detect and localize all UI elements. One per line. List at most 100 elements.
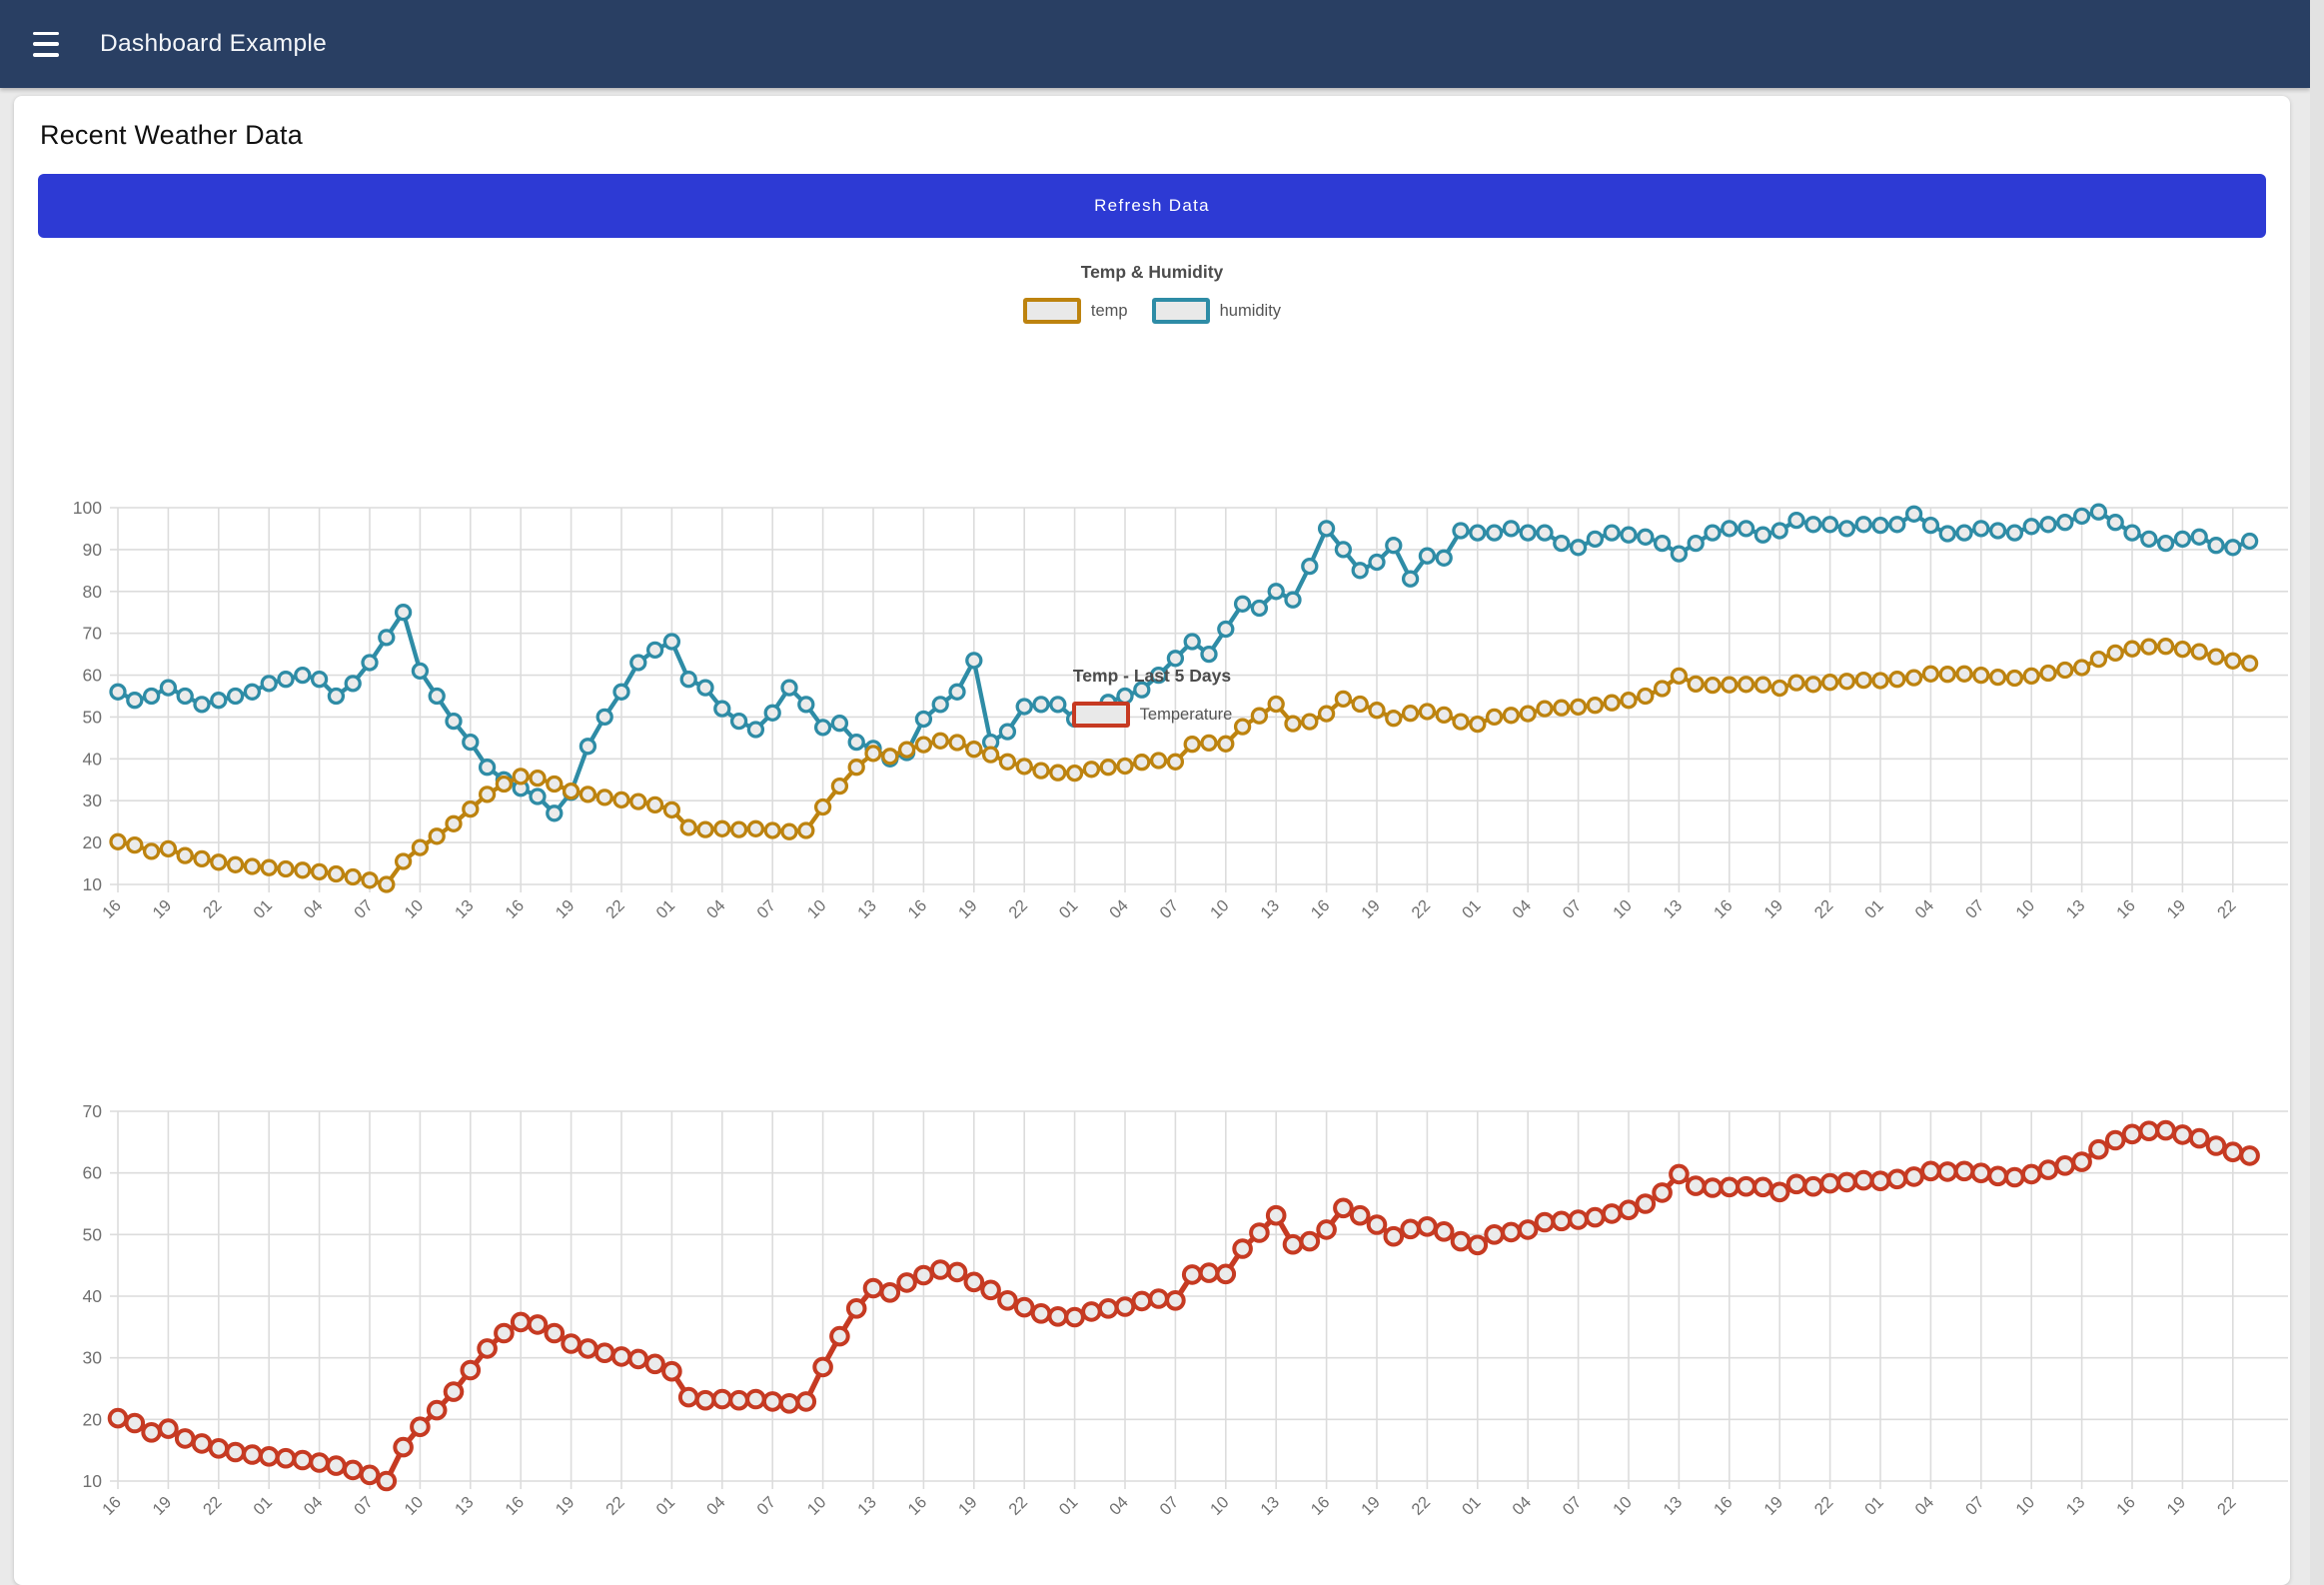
svg-text:22: 22	[2214, 896, 2240, 922]
svg-text:01: 01	[1459, 896, 1485, 922]
chart-legend-temperature: Temperature	[14, 702, 2290, 728]
svg-text:13: 13	[452, 896, 478, 922]
svg-text:16: 16	[99, 896, 125, 922]
chart-title-temp-humidity: Temp & Humidity	[14, 262, 2290, 283]
svg-text:13: 13	[2063, 1493, 2089, 1519]
svg-text:22: 22	[1409, 1493, 1435, 1519]
svg-text:19: 19	[2164, 1493, 2190, 1519]
legend-swatch	[1023, 298, 1081, 324]
svg-text:13: 13	[1661, 1493, 1687, 1519]
svg-text:07: 07	[753, 1493, 779, 1519]
svg-text:13: 13	[854, 896, 880, 922]
svg-text:13: 13	[2063, 896, 2089, 922]
svg-text:07: 07	[351, 896, 377, 922]
svg-text:22: 22	[200, 1493, 226, 1519]
svg-text:13: 13	[452, 1493, 478, 1519]
legend-label: Temperature	[1140, 706, 1233, 725]
svg-text:19: 19	[150, 896, 176, 922]
svg-text:22: 22	[1409, 896, 1435, 922]
svg-text:04: 04	[1509, 896, 1535, 922]
svg-text:07: 07	[1962, 896, 1988, 922]
svg-text:04: 04	[1106, 1493, 1132, 1519]
svg-text:30: 30	[83, 791, 103, 810]
svg-text:10: 10	[2012, 1493, 2038, 1519]
svg-text:19: 19	[955, 896, 981, 922]
svg-text:60: 60	[83, 1163, 103, 1183]
svg-text:70: 70	[83, 624, 103, 644]
svg-text:16: 16	[905, 1493, 931, 1519]
svg-text:20: 20	[83, 1409, 103, 1429]
svg-text:22: 22	[2214, 1493, 2240, 1519]
svg-text:01: 01	[250, 1493, 276, 1519]
svg-text:19: 19	[955, 1493, 981, 1519]
svg-text:01: 01	[653, 896, 679, 922]
svg-text:16: 16	[502, 896, 528, 922]
svg-text:22: 22	[602, 896, 628, 922]
svg-text:19: 19	[553, 1493, 579, 1519]
svg-text:16: 16	[2113, 1493, 2139, 1519]
svg-text:100: 100	[73, 498, 102, 518]
svg-text:10: 10	[1610, 896, 1636, 922]
svg-text:01: 01	[250, 896, 276, 922]
svg-text:19: 19	[553, 896, 579, 922]
svg-text:13: 13	[1257, 1493, 1283, 1519]
legend-label: humidity	[1220, 302, 1281, 321]
legend-item-temp[interactable]: temp	[1023, 298, 1128, 324]
legend-swatch	[1072, 702, 1130, 728]
svg-text:22: 22	[1811, 1493, 1837, 1519]
svg-text:19: 19	[1358, 896, 1384, 922]
svg-text:01: 01	[1056, 1493, 1082, 1519]
refresh-data-button[interactable]: Refresh Data	[38, 174, 2266, 238]
svg-text:04: 04	[703, 1493, 729, 1519]
svg-text:10: 10	[1610, 1493, 1636, 1519]
svg-text:10: 10	[804, 896, 830, 922]
svg-text:30: 30	[83, 1348, 103, 1368]
svg-text:19: 19	[150, 1493, 176, 1519]
svg-text:10: 10	[1207, 896, 1233, 922]
svg-text:22: 22	[1005, 896, 1031, 922]
svg-text:90: 90	[83, 540, 103, 560]
svg-text:70: 70	[83, 1101, 103, 1121]
svg-text:07: 07	[351, 1493, 377, 1519]
svg-text:10: 10	[2012, 896, 2038, 922]
svg-text:16: 16	[502, 1493, 528, 1519]
svg-text:01: 01	[1861, 1493, 1887, 1519]
svg-text:04: 04	[301, 1493, 327, 1519]
svg-text:04: 04	[1106, 896, 1132, 922]
svg-text:10: 10	[402, 1493, 428, 1519]
svg-text:01: 01	[1056, 896, 1082, 922]
svg-text:13: 13	[1257, 896, 1283, 922]
svg-text:01: 01	[653, 1493, 679, 1519]
svg-text:19: 19	[1358, 1493, 1384, 1519]
svg-text:10: 10	[1207, 1493, 1233, 1519]
svg-text:10: 10	[402, 896, 428, 922]
svg-text:04: 04	[1912, 896, 1938, 922]
svg-text:04: 04	[703, 896, 729, 922]
svg-text:19: 19	[1760, 1493, 1786, 1519]
chart-legend-temp-humidity: temp humidity	[14, 298, 2290, 324]
svg-text:04: 04	[1509, 1493, 1535, 1519]
svg-text:07: 07	[1157, 896, 1183, 922]
svg-text:16: 16	[99, 1493, 125, 1519]
svg-text:22: 22	[1005, 1493, 1031, 1519]
svg-text:07: 07	[1560, 896, 1586, 922]
svg-text:20: 20	[83, 832, 103, 852]
svg-text:01: 01	[1459, 1493, 1485, 1519]
menu-icon[interactable]	[33, 32, 59, 57]
svg-text:22: 22	[602, 1493, 628, 1519]
svg-text:19: 19	[1760, 896, 1786, 922]
temperature-chart: 1020304050607016192201040710131619220104…	[14, 1039, 2290, 1585]
svg-text:04: 04	[301, 896, 327, 922]
legend-item-humidity[interactable]: humidity	[1152, 298, 1281, 324]
svg-text:16: 16	[1711, 896, 1737, 922]
scrollbar-track[interactable]	[2310, 0, 2324, 1585]
legend-item-temperature[interactable]: Temperature	[1072, 702, 1233, 728]
legend-swatch	[1152, 298, 1210, 324]
svg-text:16: 16	[1711, 1493, 1737, 1519]
svg-text:07: 07	[1157, 1493, 1183, 1519]
svg-text:10: 10	[804, 1493, 830, 1519]
svg-text:10: 10	[83, 1471, 103, 1491]
svg-text:40: 40	[83, 749, 103, 769]
page-title: Recent Weather Data	[40, 120, 303, 151]
svg-text:04: 04	[1912, 1493, 1938, 1519]
